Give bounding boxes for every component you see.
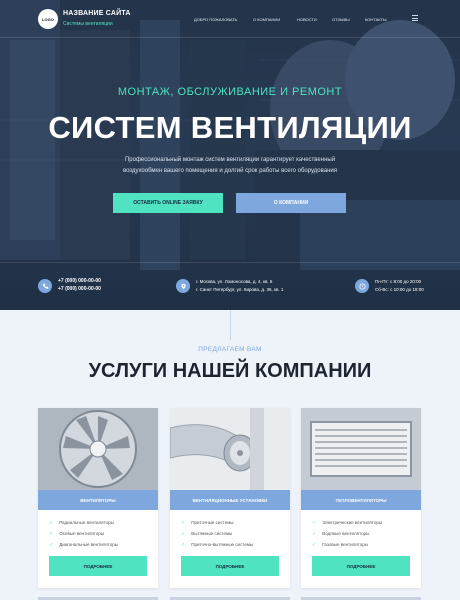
service-card-fans: ВЕНТИЛЯТОРЫ ✓ Радиальные вентиляторы ✓ Осе…	[38, 408, 158, 588]
section-divider	[230, 310, 231, 340]
services-pre-title: ПРЕДЛАГАЕМ ВАМ	[198, 346, 262, 353]
card-title: ТЕПЛОВЕНТИЛЯТОРЫ	[301, 490, 421, 510]
check-icon: ✓	[49, 541, 54, 548]
card-title: ВЕНТИЛЯЦИОННЫЕ УСТАНОВКИ	[170, 490, 290, 510]
check-icon: ✓	[49, 519, 54, 526]
contact-bar: +7 (000) 000-00-00 +7 (000) 000-00-00 г.…	[0, 262, 460, 308]
order-online-button[interactable]: ОСТАВИТЬ ONLINE ЗАЯВКУ	[113, 193, 223, 213]
list-item: ✓ Приточно-вытяжные системы	[181, 541, 254, 548]
check-icon: ✓	[312, 530, 317, 537]
hero-pre-title: МОНТАЖ, ОБСЛУЖИВАНИЕ И РЕМОНТ	[117, 86, 343, 98]
phone-1[interactable]: +7 (000) 000-00-00	[58, 278, 101, 285]
card-list: ✓ Радиальные вентиляторы ✓ Осевые вентилят…	[49, 517, 118, 550]
card-title: ВЕНТИЛЯТОРЫ	[38, 490, 158, 510]
clock-icon	[355, 279, 369, 293]
logo[interactable]: LOGO	[38, 9, 58, 29]
check-icon: ✓	[312, 541, 317, 548]
more-button[interactable]: ПОДРОБНЕЕ	[312, 556, 410, 576]
nav-item-contacts[interactable]: КОНТАКТЫ	[365, 17, 387, 22]
site-title[interactable]: НАЗВАНИЕ САЙТА	[63, 10, 131, 17]
nav-item-reviews[interactable]: ОТЗЫВЫ	[332, 17, 350, 22]
about-company-button[interactable]: О КОМПАНИИ	[236, 193, 346, 213]
check-icon: ✓	[312, 519, 317, 526]
check-icon: ✓	[181, 519, 186, 526]
list-item: ✓ Радиальные вентиляторы	[49, 519, 114, 526]
phone-2[interactable]: +7 (000) 000-00-00	[58, 286, 101, 293]
hero-section: LOGO НАЗВАНИЕ САЙТА Системы вентиляции Д…	[0, 0, 460, 310]
hero-title: СИСТЕМ ВЕНТИЛЯЦИИ	[48, 110, 412, 145]
fan-image	[38, 408, 158, 490]
location-icon	[176, 279, 190, 293]
list-item: ✓ Диагональные вентиляторы	[49, 541, 118, 548]
list-item: ✓ Приточные системы	[181, 519, 234, 526]
nav-item-about[interactable]: О КОМПАНИИ	[253, 17, 280, 22]
site-subtitle: Системы вентиляции	[63, 21, 113, 27]
address-2: г. Санкт Петербург, ул. Кирова, д. 36, к…	[196, 287, 284, 292]
check-icon: ✓	[181, 541, 186, 548]
list-item: ✓ Осевые вентиляторы	[49, 530, 105, 537]
check-icon: ✓	[181, 530, 186, 537]
duct-image	[170, 408, 290, 490]
hours-weekends: Сб-Вс: с 10:00 до 18:00	[375, 287, 424, 292]
phone-icon	[38, 279, 52, 293]
more-button[interactable]: ПОДРОБНЕЕ	[181, 556, 279, 576]
list-item: ✓ Электрические вентиляторы	[312, 519, 383, 526]
hamburger-icon[interactable]	[412, 15, 418, 21]
address-1: г. Москва, ул. Ломоносова, д. 4, кв. 5	[196, 279, 273, 284]
card-list: ✓ Электрические вентиляторы ✓ Водяные вент…	[312, 517, 382, 550]
hours-weekdays: Пн-Пт: с 8:00 до 20:00	[375, 279, 422, 284]
list-item: ✓ Водяные вентиляторы	[312, 530, 370, 537]
hero-description: Профессиональный монтаж систем вентиляци…	[122, 157, 338, 174]
grille-image	[301, 408, 421, 490]
card-list: ✓ Приточные системы ✓ Вытяжные системы ✓ Пр…	[181, 517, 253, 550]
service-card-heat-fans: ТЕПЛОВЕНТИЛЯТОРЫ ✓ Электрические вентилят…	[301, 408, 421, 588]
service-card-ventilation-units: ВЕНТИЛЯЦИОННЫЕ УСТАНОВКИ ✓ Приточные сист…	[170, 408, 290, 588]
list-item: ✓ Вытяжные системы	[181, 530, 233, 537]
list-item: ✓ Газовые вентиляторы	[312, 541, 368, 548]
services-title: УСЛУГИ НАШЕЙ КОМПАНИИ	[88, 360, 372, 382]
nav-item-welcome[interactable]: ДОБРО ПОЖАЛОВАТЬ	[194, 17, 237, 22]
more-button[interactable]: ПОДРОБНЕЕ	[49, 556, 147, 576]
top-navigation: LOGO НАЗВАНИЕ САЙТА Системы вентиляции Д…	[0, 0, 460, 38]
nav-item-news[interactable]: НОВОСТИ	[297, 17, 317, 22]
check-icon: ✓	[49, 530, 54, 537]
